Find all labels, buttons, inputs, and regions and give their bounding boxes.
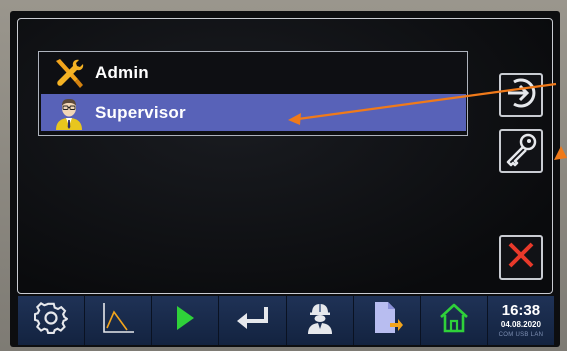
logout-arrow-icon	[504, 76, 538, 115]
settings-button[interactable]	[18, 296, 86, 345]
wrench-screwdriver-icon	[49, 54, 89, 91]
logout-button[interactable]	[499, 73, 543, 117]
hmi-screen: Admin Supervisor 16:38 04.08.2020 COM US…	[10, 11, 560, 347]
enter-button[interactable]	[219, 296, 287, 345]
chart-icon	[100, 300, 136, 341]
worker-helmet-icon	[305, 301, 335, 340]
gear-icon	[33, 301, 69, 340]
trend-button[interactable]	[85, 296, 153, 345]
user-row-supervisor[interactable]: Supervisor	[41, 94, 466, 131]
clock-time: 16:38	[501, 301, 541, 319]
connection-status: COM USB LAN	[498, 331, 544, 338]
user-row-admin[interactable]: Admin	[41, 54, 466, 91]
login-button[interactable]	[286, 296, 354, 345]
clock-panel: 16:38 04.08.2020 COM USB LAN	[487, 296, 554, 345]
home-button[interactable]	[420, 296, 488, 345]
key-button[interactable]	[499, 129, 543, 173]
start-button[interactable]	[152, 296, 220, 345]
key-icon	[503, 131, 539, 172]
supervisor-avatar-icon	[49, 94, 89, 131]
play-icon	[174, 304, 196, 337]
enter-return-icon	[234, 304, 270, 337]
user-label-supervisor: Supervisor	[95, 102, 186, 122]
user-list: Admin Supervisor	[38, 51, 468, 136]
home-icon	[438, 302, 470, 339]
close-x-icon	[506, 240, 536, 275]
user-label-admin: Admin	[95, 62, 149, 82]
bottom-toolbar: 16:38 04.08.2020 COM USB LAN	[18, 296, 554, 345]
document-export-icon	[370, 300, 404, 341]
export-button[interactable]	[353, 296, 421, 345]
clock-date: 04.08.2020	[500, 319, 541, 329]
close-button[interactable]	[499, 235, 543, 280]
